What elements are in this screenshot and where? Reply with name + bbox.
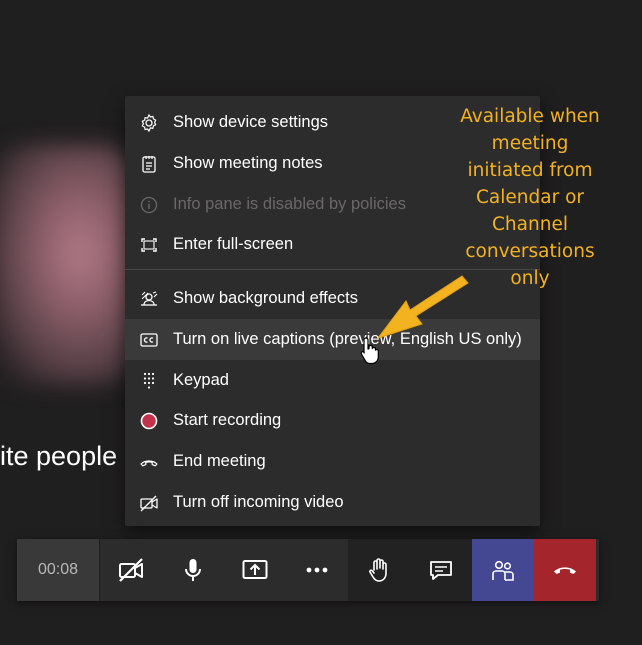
annotation-line: Available when — [460, 106, 600, 127]
annotation-arrow-icon — [376, 275, 469, 339]
menu-item-keypad[interactable]: Keypad — [125, 360, 540, 401]
share-screen-icon — [242, 560, 268, 579]
annotation-line: conversations — [465, 241, 595, 262]
fullscreen-icon — [139, 235, 169, 255]
microphone-button[interactable] — [162, 539, 224, 601]
menu-item-label: Info pane is disabled by policies — [173, 195, 406, 213]
gear-icon — [139, 113, 169, 133]
raise-hand-button[interactable] — [348, 539, 410, 601]
raise-hand-icon — [369, 558, 387, 582]
menu-item-label: End meeting — [173, 452, 266, 470]
meeting-toolbar: 00:08 — [17, 539, 599, 601]
menu-item-start-recording[interactable]: Start recording — [125, 400, 540, 441]
background-effects-icon — [139, 289, 169, 309]
menu-item-turn-off-video[interactable]: Turn off incoming video — [125, 482, 540, 523]
annotation-line: Calendar or — [476, 187, 584, 208]
annotation-line: Channel — [492, 214, 568, 235]
hang-up-icon — [554, 567, 576, 574]
info-icon — [139, 195, 169, 215]
annotation-line: initiated from — [467, 160, 593, 181]
menu-item-label: Show device settings — [173, 113, 329, 131]
chat-icon — [430, 561, 452, 580]
notes-icon — [139, 154, 169, 174]
phone-icon — [139, 452, 169, 472]
hand-pointer-icon — [360, 337, 379, 365]
menu-item-label: Start recording — [173, 411, 282, 429]
annotation-line: meeting — [491, 133, 569, 154]
chat-button[interactable] — [410, 539, 472, 601]
call-timer: 00:08 — [17, 539, 99, 601]
more-options-button[interactable] — [286, 539, 348, 601]
participants-icon — [492, 560, 514, 581]
record-icon — [139, 411, 169, 431]
camera-off-icon — [119, 558, 143, 582]
annotation-line: only — [510, 268, 550, 289]
menu-item-label: Show background effects — [173, 289, 358, 307]
share-screen-button[interactable] — [224, 539, 286, 601]
microphone-icon — [185, 559, 201, 581]
menu-item-end-meeting[interactable]: End meeting — [125, 441, 540, 482]
more-options-icon — [306, 567, 328, 573]
participants-button[interactable] — [472, 539, 534, 601]
hang-up-button[interactable] — [534, 539, 596, 601]
keypad-icon — [139, 371, 169, 391]
video-off-icon — [139, 493, 169, 513]
menu-item-label: Enter full-screen — [173, 235, 294, 253]
camera-toggle-button[interactable] — [100, 539, 162, 601]
menu-item-label: Keypad — [173, 371, 229, 389]
participant-video — [0, 145, 140, 385]
menu-item-label: Turn off incoming video — [173, 493, 344, 511]
invite-people-text: ite people — [0, 441, 118, 471]
menu-item-label: Show meeting notes — [173, 154, 323, 172]
menu-item-live-captions[interactable]: Turn on live captions (preview, English … — [125, 319, 540, 360]
annotation-text: Available when meeting initiated from Ca… — [452, 103, 608, 292]
closed-captions-icon — [139, 330, 169, 350]
